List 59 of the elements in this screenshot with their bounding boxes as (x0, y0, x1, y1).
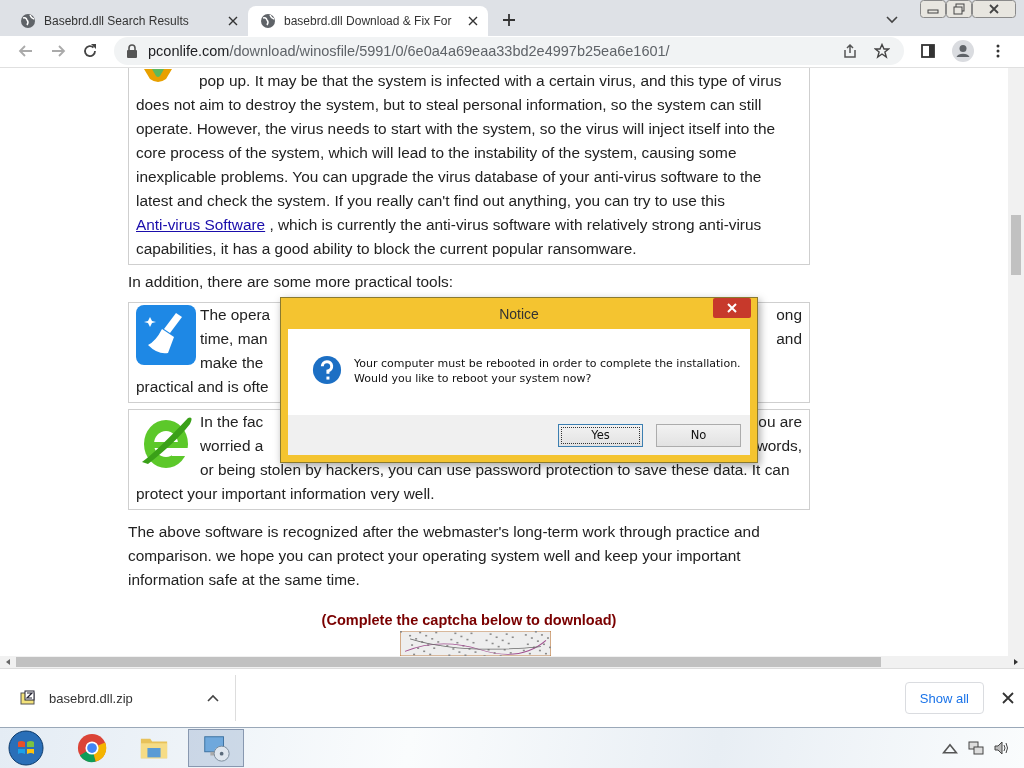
chevron-down-icon[interactable] (886, 15, 898, 24)
partial-text: In the fac (200, 412, 264, 433)
taskbar-button[interactable] (188, 729, 244, 768)
start-button-icon[interactable] (8, 730, 44, 767)
dialog-message: Your computer must be rebooted in order to complete the installation. (354, 356, 741, 372)
zip-file-icon (20, 690, 36, 707)
lock-icon (126, 44, 138, 59)
article-text-line: pop up. It may be that the system is infected with a certain virus, and this type of virus (199, 71, 782, 92)
star-icon[interactable] (874, 43, 890, 60)
dialog-button[interactable]: No (656, 423, 741, 447)
close-dialog-icon[interactable] (713, 298, 751, 319)
partial-text: ou are (758, 412, 802, 433)
tools-heading: In addition, there are some more practical tools: (128, 272, 455, 293)
close-tab-icon[interactable] (468, 15, 478, 26)
question-icon (312, 355, 342, 386)
broom-app-icon[interactable] (136, 305, 196, 366)
browser-tab[interactable]: Basebrd.dll Search Results (8, 5, 248, 36)
profile-avatar-icon[interactable] (952, 40, 974, 63)
dialog-title: Notice (499, 305, 539, 322)
scroll-right-icon[interactable] (1012, 658, 1020, 667)
share-icon[interactable] (842, 43, 858, 60)
vertical-scrollbar[interactable] (1008, 68, 1024, 657)
partial-text: words, (756, 436, 802, 457)
dialog-button[interactable]: Yes (558, 423, 643, 447)
show-all-button[interactable]: Show all (904, 682, 984, 715)
close-window-icon[interactable] (972, 0, 1016, 18)
anti-virus-link[interactable]: Anti-virus Software (136, 216, 266, 234)
restore-icon[interactable] (946, 0, 972, 18)
network-icon[interactable] (968, 740, 984, 757)
partial-text: protect your important information very well. (136, 484, 435, 505)
caret-up-icon[interactable] (207, 694, 219, 703)
partial-text: time, man (200, 329, 268, 350)
partial-text: The opera (200, 305, 271, 326)
close-icon[interactable] (1002, 692, 1014, 705)
partial-text: make the (200, 353, 264, 374)
browser-tab[interactable]: basebrd.dll Download & Fix For (248, 5, 488, 36)
partial-text: ong (776, 305, 802, 326)
chrome-icon (77, 733, 107, 764)
globe-icon (20, 12, 36, 29)
globe-icon (260, 12, 276, 29)
partial-text: practical and is ofte (136, 377, 269, 398)
scroll-left-icon[interactable] (4, 658, 12, 667)
partial-text: worried a (200, 436, 264, 457)
close-tab-icon[interactable] (228, 15, 238, 26)
horizontal-scrollbar[interactable] (0, 656, 1024, 669)
article-paragraph: does not aim to destroy the system, but to steal personal information, so the system can still operate. However, the virus needs to start with the system, so the virus will inject itself into the core process of the system, which will lead to the instability of the system, causing some inexplicable problems. You can upgrade the virus database of your anti-virus software to the latest and check the system. If you really can't find out anything, you can try to use this Anti-virus Software , which is currently the anti-virus software with relatively strong anti-virus capabilities, it has a good ability to block the current popular ransomware. (136, 95, 776, 260)
minimize-icon[interactable] (920, 0, 946, 18)
computer-disc-icon (201, 733, 231, 764)
speaker-icon[interactable] (994, 740, 1010, 757)
download-item[interactable]: basebrd.dll.zip (0, 675, 236, 722)
side-panel-icon[interactable] (920, 43, 936, 60)
captcha-prompt: (Complete the captcha below to download) (320, 611, 618, 631)
closing-paragraph: The above software is recognized after the webmaster's long-term work through practice and comparison. we hope you can protect your operating system well and keep your important information safe at the same time. (128, 522, 761, 591)
partial-text: or being stolen by hackers, you can use password protection to save these data. It can (200, 460, 790, 481)
reload-icon[interactable] (82, 43, 98, 60)
partial-text: and (776, 329, 802, 350)
new-tab-icon[interactable] (502, 12, 516, 27)
dialog-message: Would you like to reboot your system now? (354, 371, 593, 387)
address-bar[interactable]: pconlife.com/download/winosfile/5991/0/6e0a4a69eaa33bd2e4997b25ea6e1601/ (114, 37, 904, 66)
